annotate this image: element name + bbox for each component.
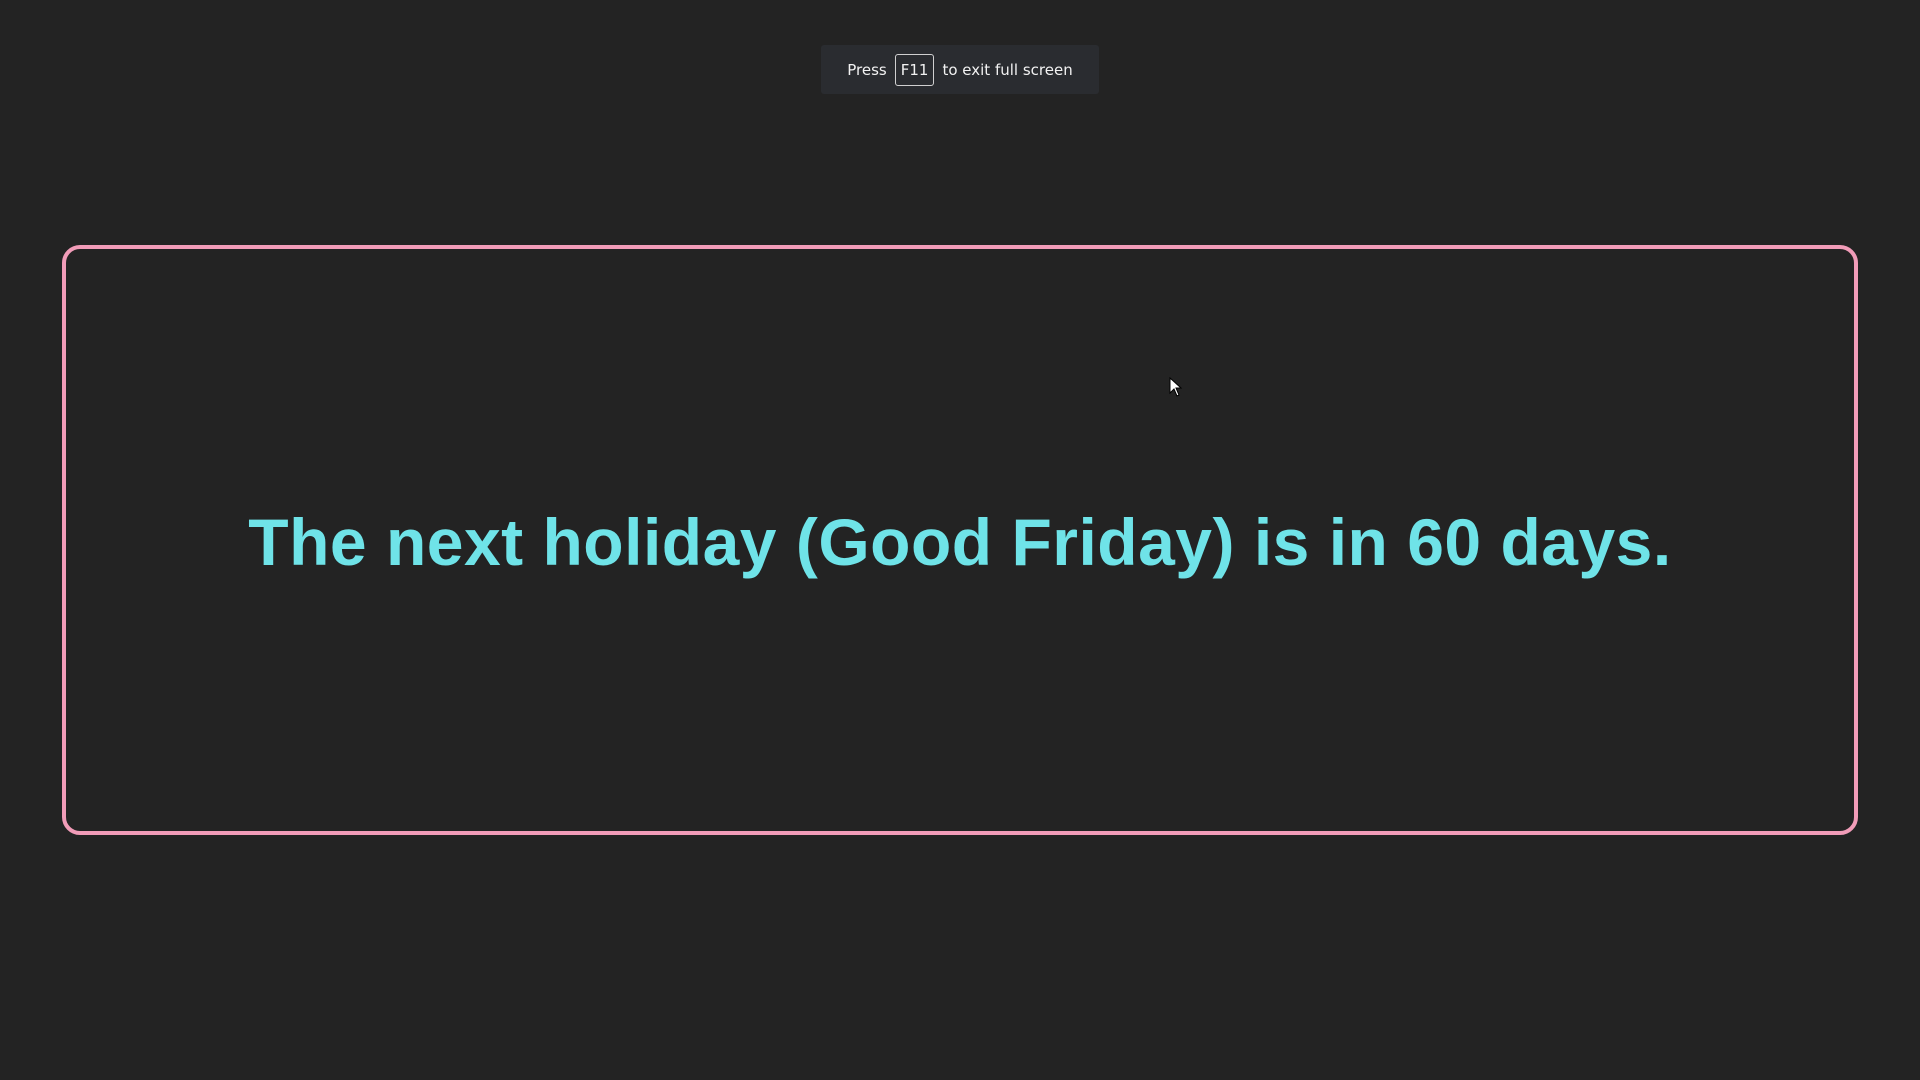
fullscreen-exit-notice: Press F11 to exit full screen — [821, 45, 1099, 94]
f11-key-badge: F11 — [894, 53, 935, 86]
notice-suffix: to exit full screen — [942, 60, 1073, 79]
notice-prefix: Press — [847, 60, 887, 79]
holiday-countdown-card: The next holiday (Good Friday) is in 60 … — [62, 245, 1858, 835]
arrow-cursor-icon — [1169, 377, 1183, 397]
holiday-countdown-message: The next holiday (Good Friday) is in 60 … — [248, 505, 1672, 579]
